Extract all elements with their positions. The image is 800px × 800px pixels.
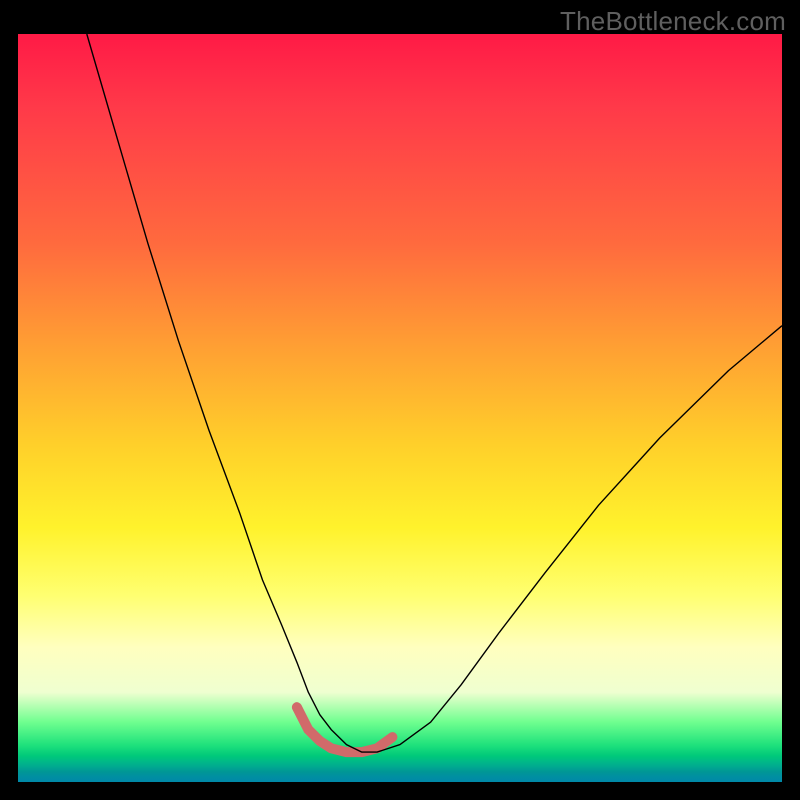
watermark-text: TheBottleneck.com [560,6,786,37]
bottleneck-curve-thick-highlight [297,707,393,752]
curve-overlay-svg [18,34,782,782]
bottleneck-curve-thin [87,34,782,752]
plot-area [18,34,782,782]
chart-frame: TheBottleneck.com [0,0,800,800]
